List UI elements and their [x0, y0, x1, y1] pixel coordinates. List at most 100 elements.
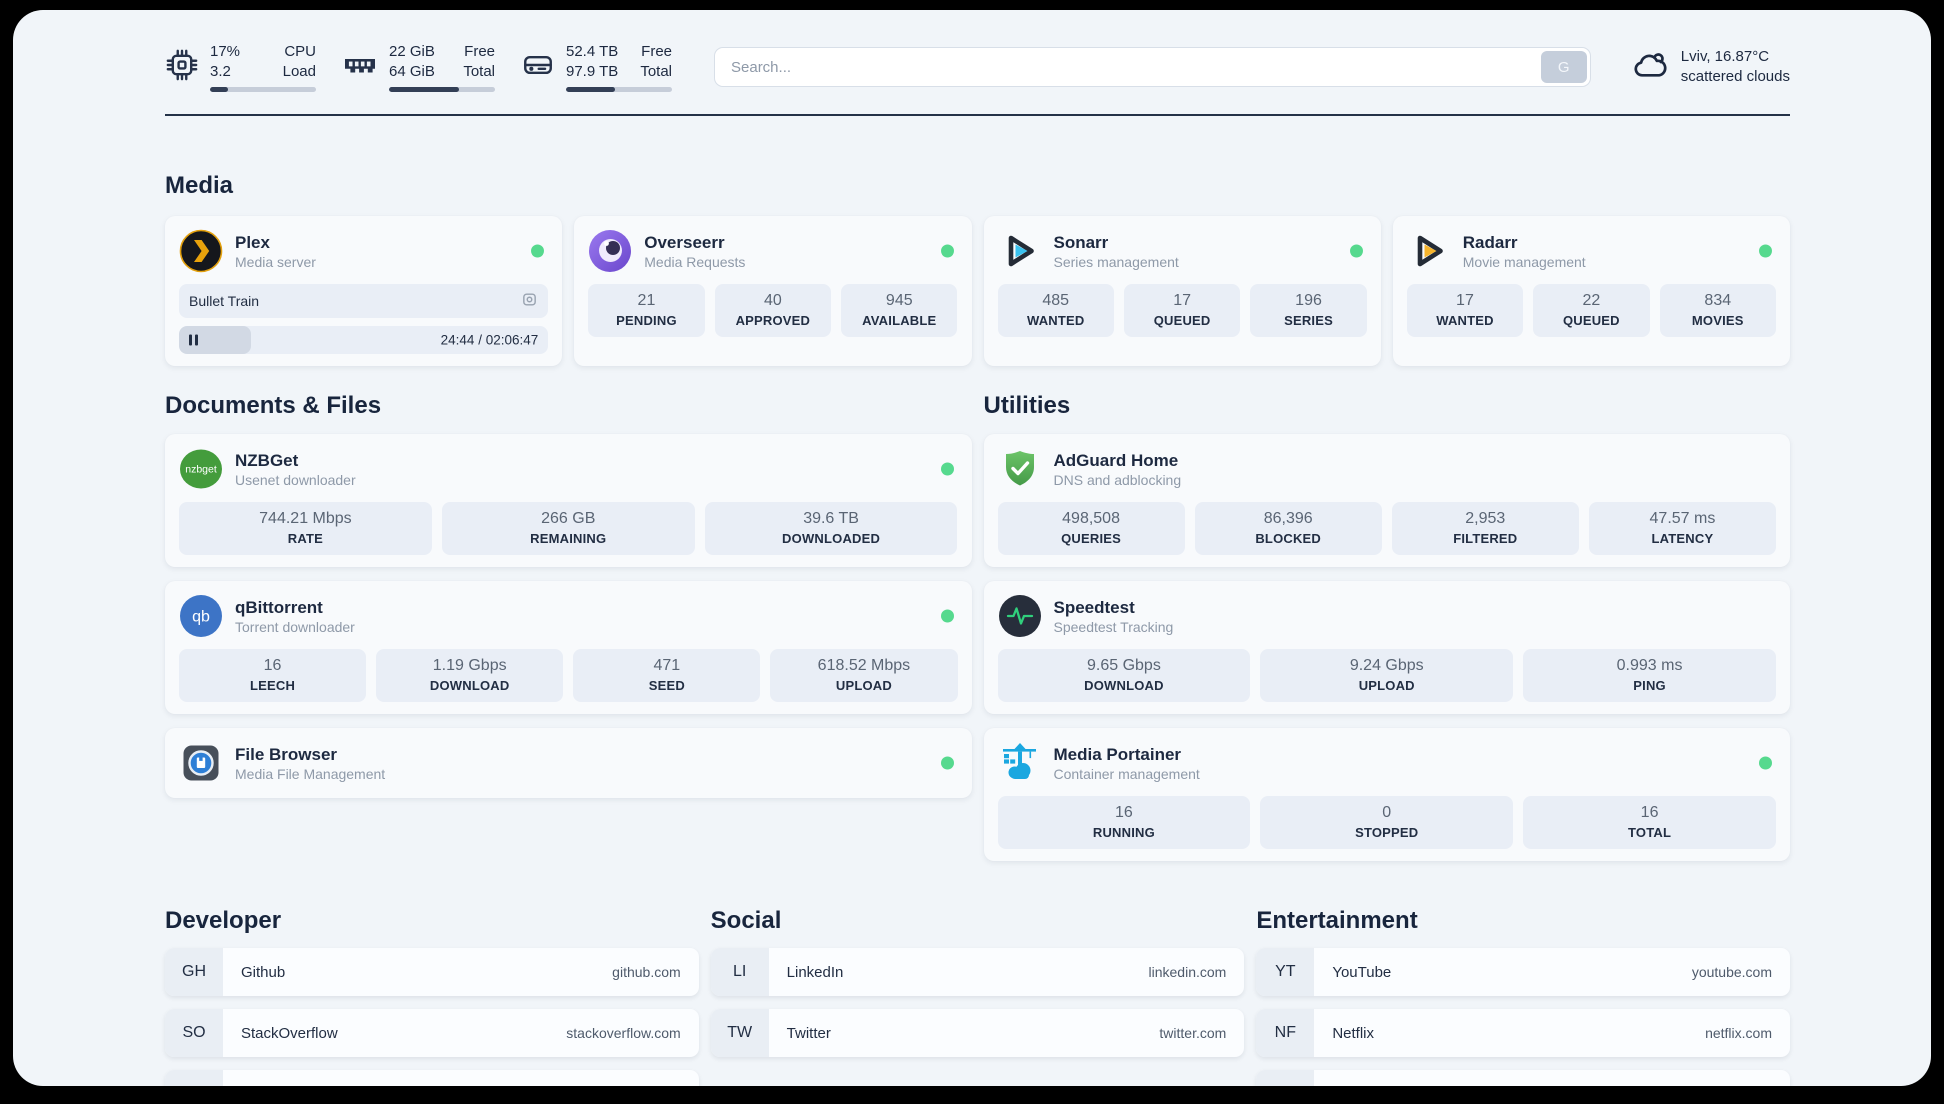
- adguard-card[interactable]: AdGuard Home DNS and adblocking 498,508 …: [983, 434, 1790, 567]
- stat-download: 9.65 Gbps DOWNLOAD: [997, 649, 1251, 702]
- app-name: Radarr: [1462, 232, 1518, 252]
- app-name: AdGuard Home: [1053, 450, 1179, 470]
- memory-usage-widget: 22 GiB 64 GiB Free Total: [342, 42, 495, 92]
- stat-queued: 22 QUEUED: [1533, 284, 1650, 337]
- sonarr-card[interactable]: Sonarr Series management 485 WANTED 17 Q…: [983, 216, 1381, 366]
- bookmark-url: twitter.com: [1159, 1025, 1227, 1041]
- section-title-utilities: Utilities: [983, 392, 1071, 419]
- search-input[interactable]: [714, 47, 1591, 87]
- cloud-icon: [1631, 46, 1669, 89]
- radarr-card[interactable]: Radarr Movie management 17 WANTED 22 QUE…: [1392, 216, 1790, 366]
- sonarr-icon: [998, 229, 1042, 273]
- plex-card[interactable]: Plex Media server Bullet Train 24:44 / 0…: [165, 216, 563, 366]
- radarr-icon: [1407, 229, 1451, 273]
- stat-available: 945 AVAILABLE: [841, 284, 958, 337]
- bookmark-abbr: LI: [710, 948, 769, 996]
- bookmark-label: Github: [241, 963, 286, 981]
- bookmark-label: LinkedIn: [786, 963, 844, 981]
- search-bar: G: [714, 47, 1591, 87]
- speedtest-card[interactable]: Speedtest Speedtest Tracking 9.65 Gbps D…: [983, 581, 1790, 714]
- svg-text:qb: qb: [192, 609, 210, 626]
- bookmark-dev[interactable]: DT DEV dev.to: [165, 1070, 699, 1086]
- status-online-dot: [940, 756, 954, 770]
- status-online-dot: [531, 244, 545, 258]
- bookmark-label: Reddit: [1314, 1070, 1375, 1087]
- memory-labels: Free Total: [463, 43, 495, 80]
- app-subtitle: Series management: [1053, 253, 1179, 270]
- speedtest-icon: [998, 594, 1042, 638]
- cpu-values: 17% 3.2: [210, 43, 241, 80]
- search-engine-button[interactable]: G: [1540, 51, 1587, 83]
- svg-text:nzbget: nzbget: [185, 464, 217, 476]
- dashboard-panel: 17% 3.2 CPU Load 22 GiB 64 GiB Free Tota…: [13, 10, 1931, 1086]
- nzbget-card[interactable]: nzbget NZBGet Usenet downloader 744.21 M…: [165, 434, 972, 567]
- header-bar: 17% 3.2 CPU Load 22 GiB 64 GiB Free Tota…: [165, 38, 1790, 96]
- bookmark-abbr: YT: [1256, 948, 1315, 996]
- app-name: qBittorrent: [235, 597, 323, 617]
- app-subtitle: Container management: [1053, 765, 1200, 782]
- app-name: Sonarr: [1053, 232, 1109, 252]
- adguard-icon: [998, 447, 1042, 491]
- stat-downloaded: 39.6 TB DOWNLOADED: [704, 502, 958, 555]
- section-title-media: Media: [165, 172, 234, 199]
- social-column: Social LI LinkedIn linkedin.com TW Twitt…: [710, 907, 1245, 1086]
- stat-rate: 744.21 Mbps RATE: [179, 502, 432, 555]
- bookmark-abbr: GH: [165, 948, 223, 996]
- qbittorrent-card[interactable]: qb qBittorrent Torrent downloader 16 LEE…: [165, 581, 972, 714]
- now-playing-row: Bullet Train: [179, 284, 549, 318]
- bookmark-url: youtube.com: [1691, 964, 1772, 980]
- developer-column: Developer GH Github github.com SO StackO…: [165, 907, 699, 1086]
- stat-ping: 0.993 ms PING: [1523, 649, 1776, 702]
- bookmark-abbr: TW: [710, 1009, 769, 1057]
- bookmark-label: DEV: [223, 1070, 272, 1087]
- stat-download: 1.19 Gbps DOWNLOAD: [376, 649, 564, 702]
- bookmark-netflix[interactable]: NF Netflix netflix.com: [1256, 1009, 1790, 1057]
- bookmark-label: Netflix: [1332, 1024, 1375, 1042]
- pause-icon: [189, 334, 198, 346]
- memory-values: 22 GiB 64 GiB: [389, 43, 435, 80]
- stat-filtered: 2,953 FILTERED: [1391, 502, 1579, 555]
- bookmark-youtube[interactable]: YT YouTube youtube.com: [1256, 948, 1790, 996]
- plex-icon: [179, 229, 223, 273]
- stat-latency: 47.57 ms LATENCY: [1588, 502, 1776, 555]
- playback-time: 24:44 / 02:06:47: [440, 332, 539, 348]
- stat-series: 196 SERIES: [1250, 284, 1367, 337]
- portainer-card[interactable]: Media Portainer Container management 16 …: [983, 728, 1790, 861]
- stat-queued: 17 QUEUED: [1123, 284, 1241, 337]
- app-subtitle: Media server: [235, 253, 316, 270]
- weather-widget: Lviv, 16.87°C scattered clouds: [1631, 46, 1790, 89]
- stat-total: 16 TOTAL: [1523, 796, 1776, 849]
- bookmark-abbr: SO: [165, 1009, 223, 1057]
- section-title-documents: Documents & Files: [165, 392, 382, 419]
- app-name: Plex: [235, 232, 270, 252]
- stat-stopped: 0 STOPPED: [1260, 796, 1514, 849]
- status-online-dot: [940, 462, 954, 476]
- disk-progress-bar: [566, 87, 672, 92]
- bookmark-reddit[interactable]: RE Reddit reddit.com: [1256, 1070, 1790, 1086]
- section-title-entertainment: Entertainment: [1256, 907, 1418, 934]
- overseerr-icon: [588, 229, 632, 273]
- bookmark-abbr: NF: [1256, 1009, 1315, 1057]
- bookmark-stackoverflow[interactable]: SO StackOverflow stackoverflow.com: [165, 1009, 699, 1057]
- cpu-icon: [165, 48, 199, 87]
- bookmark-twitter[interactable]: TW Twitter twitter.com: [710, 1009, 1245, 1057]
- qbittorrent-icon: qb: [179, 594, 223, 638]
- bookmark-label: Twitter: [786, 1024, 831, 1042]
- bookmark-linkedin[interactable]: LI LinkedIn linkedin.com: [710, 948, 1245, 996]
- playback-progress-bar[interactable]: 24:44 / 02:06:47: [179, 326, 549, 354]
- section-title-social: Social: [710, 907, 782, 934]
- cpu-labels: CPU Load: [282, 43, 316, 80]
- bookmark-url: github.com: [612, 964, 681, 980]
- bookmark-abbr: DT: [165, 1070, 223, 1086]
- stat-pending: 21 PENDING: [588, 284, 705, 337]
- app-subtitle: Media Requests: [644, 253, 746, 270]
- app-subtitle: Movie management: [1462, 253, 1586, 270]
- stat-upload: 618.52 Mbps UPLOAD: [770, 649, 958, 702]
- nzbget-icon: nzbget: [179, 447, 223, 491]
- utilities-column: Utilities AdGuard Home DNS and adblockin…: [983, 392, 1790, 861]
- overseerr-card[interactable]: Overseerr Media Requests 21 PENDING 40 A…: [574, 216, 972, 366]
- stat-leech: 16 LEECH: [179, 649, 367, 702]
- filebrowser-card[interactable]: File Browser Media File Management: [165, 728, 972, 798]
- bookmark-github[interactable]: GH Github github.com: [165, 948, 699, 996]
- bookmark-url: stackoverflow.com: [566, 1025, 681, 1041]
